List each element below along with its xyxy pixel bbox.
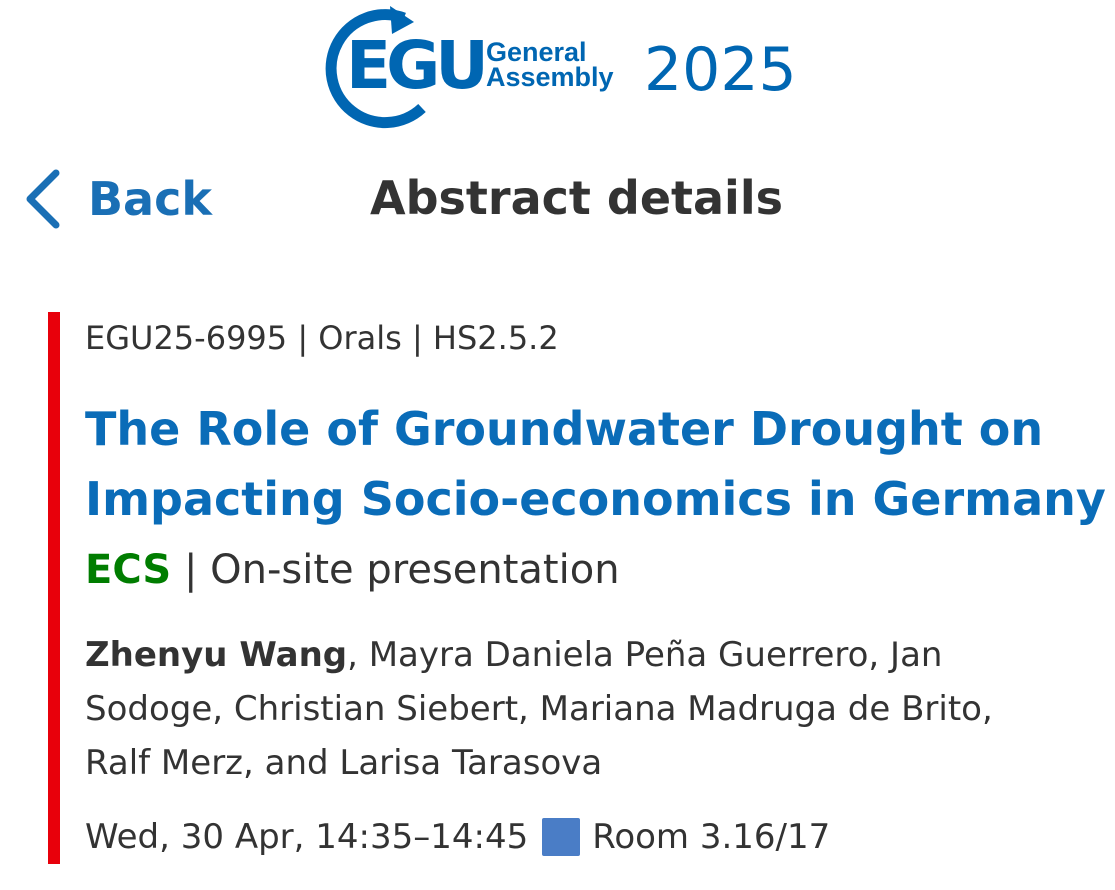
logo-acronym: EGU [346, 27, 489, 104]
abstract-card: EGU25-6995 | Orals | HS2.5.2 The Role of… [48, 312, 1106, 864]
session-info: Wed, 30 Apr, 14:35–14:45 Room 3.16/17 [85, 812, 830, 862]
author-line-2: Sodoge, Christian Siebert, Mariana Madru… [85, 689, 993, 729]
session-datetime: Wed, 30 Apr, 14:35–14:45 [85, 817, 529, 857]
room-color-square [542, 818, 581, 856]
presentation-info: ECS | On-site presentation [85, 542, 620, 598]
logo-year: 2025 [644, 35, 797, 105]
presenting-author: Zhenyu Wang [85, 635, 348, 675]
accent-bar [48, 312, 60, 864]
abstract-title-line2: Impacting Socio-economics in Germany [85, 472, 1106, 526]
logo-subtitle: General Assembly [486, 39, 614, 92]
back-button[interactable]: Back [24, 164, 212, 234]
abstract-meta: EGU25-6995 | Orals | HS2.5.2 [85, 319, 559, 357]
author-list: Zhenyu Wang, Mayra Daniela Peña Guerrero… [85, 628, 1085, 790]
page-title: Abstract details [370, 171, 783, 225]
chevron-left-icon [26, 169, 60, 229]
abstract-title-link[interactable]: The Role of Groundwater Drought on Impac… [85, 394, 1106, 534]
abstract-title-line1: The Role of Groundwater Drought on [85, 402, 1044, 456]
session-room: Room 3.16/17 [592, 817, 831, 857]
author-line-3: Ralf Merz, and Larisa Tarasova [85, 743, 603, 783]
egu-logo[interactable]: EGU General Assembly 2025 [318, 4, 808, 130]
co-authors-line1: , Mayra Daniela Peña Guerrero, Jan [347, 635, 943, 675]
author-line-1: Zhenyu Wang, Mayra Daniela Peña Guerrero… [85, 628, 1085, 682]
presentation-separator: | [171, 547, 211, 593]
presentation-type: On-site presentation [210, 547, 620, 593]
back-label: Back [88, 172, 212, 226]
ecs-badge: ECS [85, 547, 172, 593]
logo-subtitle-line2: Assembly [486, 62, 614, 92]
